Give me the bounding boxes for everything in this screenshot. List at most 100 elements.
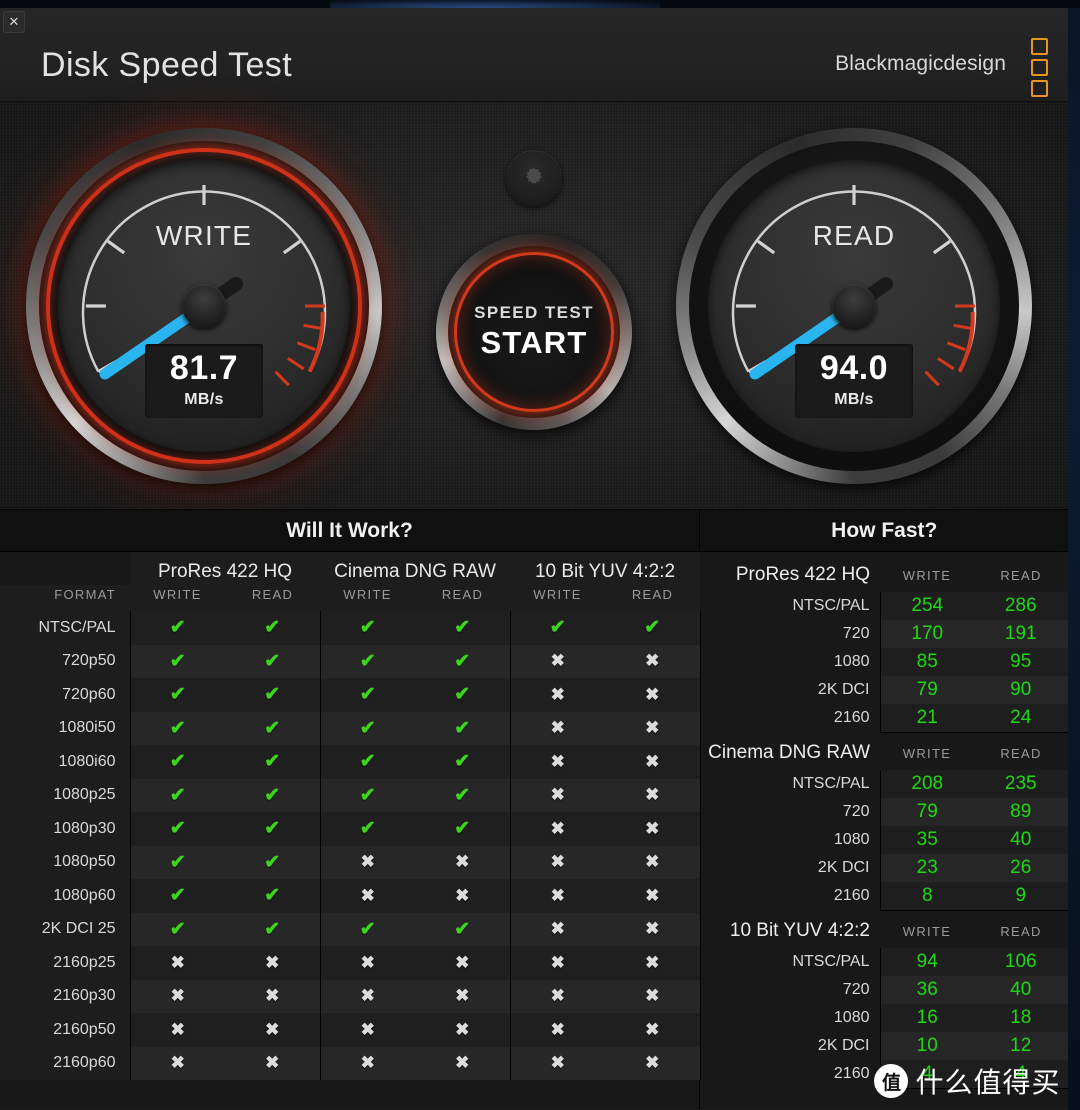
support-cell: ✔ — [319, 611, 415, 645]
supported-check-icon: ✔ — [264, 684, 281, 706]
group-header-cinemadng: Cinema DNG RAW — [320, 552, 510, 585]
support-cell: ✔ — [319, 912, 415, 946]
supported-check-icon: ✔ — [454, 650, 471, 672]
settings-button[interactable] — [506, 150, 562, 206]
supported-check-icon: ✔ — [169, 751, 186, 773]
support-cell: ✖ — [225, 979, 320, 1013]
section-name: Cinema DNG RAW — [708, 742, 870, 763]
table-row: 2160 8 9 — [700, 882, 1068, 911]
support-cell: ✔ — [225, 845, 320, 879]
unsupported-cross-icon: ✖ — [645, 718, 660, 738]
read-speed-value: 235 — [974, 770, 1068, 798]
support-cell: ✔ — [319, 678, 415, 712]
write-speed-value: 36 — [879, 976, 974, 1004]
support-cell: ✖ — [605, 678, 701, 712]
supported-check-icon: ✔ — [169, 851, 186, 873]
section-header-row: Cinema DNG RAW WRITE READ — [700, 732, 1068, 770]
how-fast-panel: How Fast? ProRes 422 HQ WRITE READ NTSC/PAL… — [700, 510, 1068, 1109]
unsupported-cross-icon: ✖ — [550, 885, 565, 905]
support-cell: ✖ — [319, 879, 415, 913]
support-cell: ✔ — [605, 611, 701, 645]
read-speed-value: 40 — [974, 976, 1068, 1004]
support-cell: ✖ — [225, 946, 320, 980]
read-speed-value: 40 — [974, 826, 1068, 854]
support-cell: ✔ — [415, 812, 510, 846]
read-speed-value: 90 — [974, 676, 1068, 704]
write-speed-value: 79 — [879, 676, 974, 704]
write-speed-value: 8 — [879, 882, 974, 911]
unsupported-cross-icon: ✖ — [265, 986, 280, 1006]
support-cell: ✖ — [605, 778, 701, 812]
support-cell: ✖ — [319, 1013, 415, 1047]
supported-check-icon: ✔ — [169, 650, 186, 672]
table-row: NTSC/PAL 94 106 — [700, 948, 1068, 976]
supported-check-icon: ✔ — [264, 717, 281, 739]
unsupported-cross-icon: ✖ — [645, 684, 660, 704]
table-row: NTSC/PAL 254 286 — [700, 592, 1068, 620]
app-window: ✕ Disk Speed Test Blackmagicdesign WRITE… — [0, 8, 1068, 1110]
unsupported-cross-icon: ✖ — [550, 785, 565, 805]
write-speed-value: 94 — [879, 948, 974, 976]
row-label-resolution: NTSC/PAL — [792, 775, 870, 792]
supported-check-icon: ✔ — [264, 650, 281, 672]
supported-check-icon: ✔ — [169, 617, 186, 639]
support-cell: ✖ — [605, 912, 701, 946]
table-row: 2K DCI 25 ✔ ✔ ✔ ✔ ✖ ✖ — [0, 912, 701, 946]
support-cell: ✔ — [225, 812, 320, 846]
support-cell: ✖ — [319, 979, 415, 1013]
column-header-format: FORMAT — [0, 585, 130, 611]
unsupported-cross-icon: ✖ — [170, 1053, 185, 1073]
support-cell: ✔ — [225, 912, 320, 946]
write-speed-value: 4 — [879, 1060, 974, 1089]
support-cell: ✖ — [129, 946, 225, 980]
table-row: NTSC/PAL ✔ ✔ ✔ ✔ ✔ ✔ — [0, 611, 701, 645]
read-gauge-label: READ — [812, 220, 896, 251]
desktop-background-right — [1066, 8, 1080, 1110]
row-label-resolution: 2160 — [833, 887, 870, 904]
read-speed-value: 89 — [974, 798, 1068, 826]
supported-check-icon: ✔ — [359, 617, 376, 639]
supported-check-icon: ✔ — [264, 918, 281, 940]
table-row: 2160p50 ✖ ✖ ✖ ✖ ✖ ✖ — [0, 1013, 701, 1047]
read-gauge-value: 94.0 — [819, 349, 889, 387]
supported-check-icon: ✔ — [359, 650, 376, 672]
column-header-write: WRITE — [902, 745, 952, 761]
table-row: 1080 35 40 — [700, 826, 1068, 854]
row-label-format: 2160p50 — [0, 1013, 130, 1047]
support-cell: ✖ — [415, 979, 510, 1013]
unsupported-cross-icon: ✖ — [455, 986, 470, 1006]
support-cell: ✖ — [605, 979, 701, 1013]
support-cell: ✖ — [509, 1013, 605, 1047]
row-label-resolution: 720 — [842, 981, 870, 998]
how-fast-title: How Fast? — [700, 510, 1068, 552]
support-cell: ✖ — [605, 745, 701, 779]
supported-check-icon: ✔ — [169, 784, 186, 806]
support-cell: ✖ — [509, 1046, 605, 1080]
support-cell: ✔ — [415, 644, 510, 678]
support-cell: ✔ — [129, 711, 225, 745]
row-label-format: 2160p25 — [0, 946, 130, 980]
support-cell: ✖ — [129, 1013, 225, 1047]
table-row: 1080p25 ✔ ✔ ✔ ✔ ✖ ✖ — [0, 778, 701, 812]
support-cell: ✔ — [129, 745, 225, 779]
read-speed-value: 286 — [974, 592, 1068, 620]
support-cell: ✖ — [129, 1046, 225, 1080]
row-label-format: 2K DCI 25 — [0, 912, 130, 946]
speed-test-start-button[interactable]: SPEED TEST START — [436, 234, 632, 430]
section-name: ProRes 422 HQ — [735, 564, 870, 585]
support-cell: ✔ — [415, 912, 510, 946]
row-label-resolution: 1080 — [833, 653, 870, 670]
read-gauge-readout: 94.0 MB/s — [795, 344, 913, 418]
support-cell: ✖ — [509, 946, 605, 980]
read-speed-value: 12 — [974, 1032, 1068, 1060]
support-cell: ✖ — [605, 845, 701, 879]
support-cell: ✖ — [605, 644, 701, 678]
close-icon[interactable]: ✕ — [3, 11, 25, 33]
table-row: 2160p60 ✖ ✖ ✖ ✖ ✖ ✖ — [0, 1046, 701, 1080]
table-row: 1080 16 18 — [700, 1004, 1068, 1032]
supported-check-icon: ✔ — [454, 751, 471, 773]
write-speed-value: 23 — [879, 854, 974, 882]
unsupported-cross-icon: ✖ — [550, 1019, 565, 1039]
support-cell: ✔ — [225, 745, 320, 779]
row-label-resolution: 2K DCI — [817, 681, 870, 698]
